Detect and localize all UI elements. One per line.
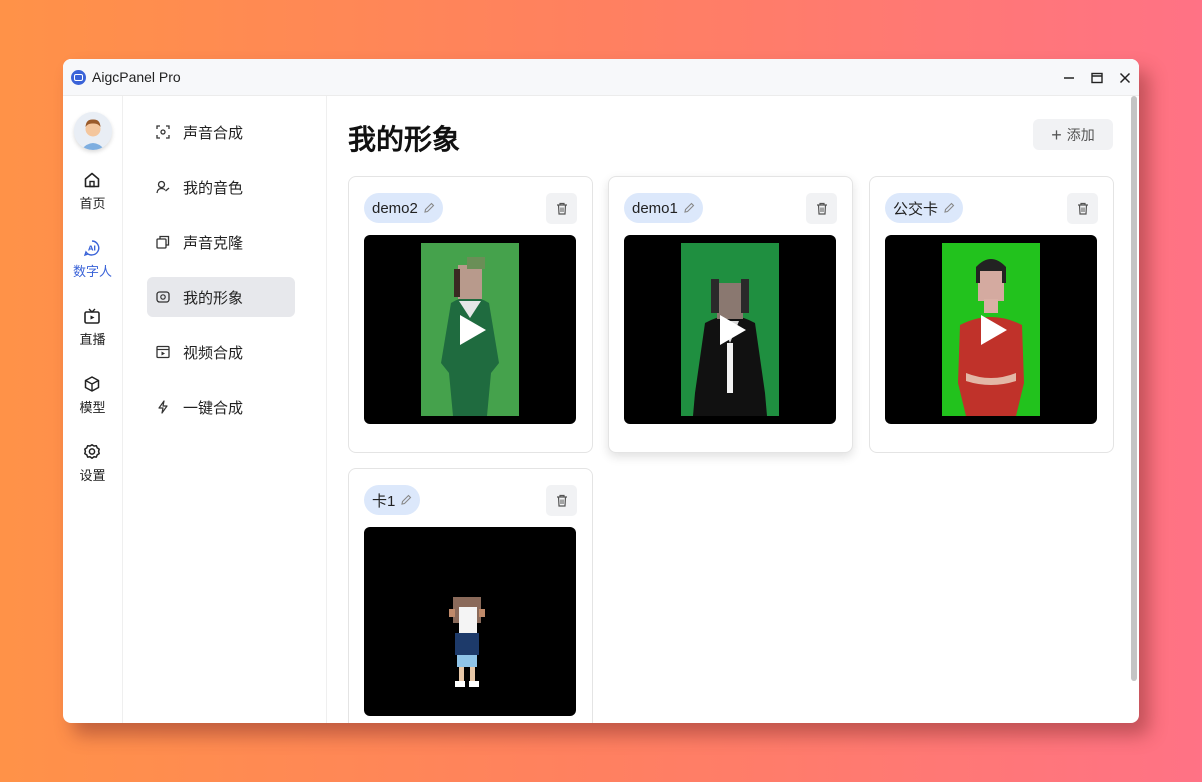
svg-text:AI: AI [88,245,96,253]
avatar-card: 卡1 [348,468,593,723]
rail-label: 数字人 [72,264,112,279]
minimize-button[interactable] [1055,59,1083,96]
avatar-card: demo1 [608,176,853,453]
avatar-name-tag[interactable]: demo2 [364,193,443,223]
avatar-name: demo2 [372,199,418,217]
rail-label: 直播 [79,332,106,347]
rail-item-live[interactable]: 直播 [79,304,106,372]
trash-icon [556,202,567,215]
submenu-label: 视频合成 [183,344,244,362]
title-bar: AigcPanel Pro [63,59,1139,96]
add-button-label: 添加 [1066,126,1095,143]
user-voice-icon [155,179,171,195]
app-window: AigcPanel Pro 首页 AI 数字人 直播 模型 设置 声音合成 我的… [63,59,1139,723]
trash-icon [556,494,567,507]
submenu: 声音合成 我的音色 声音克隆 我的形象 视频合成 一键合成 [123,96,327,723]
trash-icon [1077,202,1088,215]
page-title: 我的形象 [348,124,461,155]
submenu-label: 一键合成 [183,399,244,417]
rail-item-model[interactable]: 模型 [79,372,106,440]
submenu-item-voice-clone[interactable]: 声音克隆 [147,222,295,262]
avatar-card: demo2 [348,176,593,453]
delete-button[interactable] [1067,193,1098,224]
avatar-name-tag[interactable]: 公交卡 [885,193,964,223]
maximize-button[interactable] [1083,59,1111,96]
play-icon[interactable] [460,314,486,345]
app-title: AigcPanel Pro [92,69,181,85]
user-avatar[interactable] [73,112,112,150]
avatar-frame-icon [155,289,171,305]
home-icon [82,170,102,190]
window-controls [1055,59,1139,96]
avatar-video-preview[interactable] [624,235,836,424]
app-logo-icon [71,69,86,85]
submenu-item-voice-synthesis[interactable]: 声音合成 [147,112,295,152]
submenu-label: 声音克隆 [183,234,244,252]
avatar-video-preview[interactable] [885,235,1097,424]
edit-icon[interactable] [943,202,955,214]
edit-icon[interactable] [400,494,412,506]
trash-icon [816,202,827,215]
video-icon [155,344,171,360]
edit-icon[interactable] [683,202,695,214]
cartoon-figure [449,597,485,687]
rail-item-settings[interactable]: 设置 [79,440,106,508]
edit-icon[interactable] [423,202,435,214]
close-icon [1119,72,1131,83]
avatar-name-tag[interactable]: demo1 [624,193,703,223]
avatar-name: 卡1 [372,492,396,510]
submenu-item-one-click[interactable]: 一键合成 [147,387,295,427]
play-icon[interactable] [720,314,746,345]
submenu-item-my-avatars[interactable]: 我的形象 [147,277,295,317]
rail-label: 首页 [79,196,106,211]
submenu-item-my-voices[interactable]: 我的音色 [147,167,295,207]
tv-icon [82,306,102,326]
close-button[interactable] [1111,59,1139,96]
plus-icon: + [1051,124,1062,145]
rail-label: 模型 [79,400,106,415]
icon-rail: 首页 AI 数字人 直播 模型 设置 [63,96,123,723]
add-button[interactable]: + 添加 [1033,119,1113,150]
scrollbar[interactable] [1131,96,1137,681]
avatar-icon [73,112,112,150]
ai-icon: AI [82,238,102,258]
cube-icon [82,374,102,394]
copy-icon [155,234,171,250]
avatar-video-preview[interactable] [364,235,576,424]
minimize-icon [1064,76,1074,79]
bolt-icon [155,399,171,415]
avatar-card: 公交卡 [869,176,1114,453]
delete-button[interactable] [546,193,577,224]
avatar-name-tag[interactable]: 卡1 [364,485,421,515]
delete-button[interactable] [546,485,577,516]
submenu-label: 我的音色 [183,179,244,197]
maximize-icon [1091,72,1103,83]
avatar-name: demo1 [632,199,678,217]
scan-icon [155,124,171,140]
avatar-video-preview[interactable] [364,527,576,716]
rail-label: 设置 [79,468,106,483]
main-content: 我的形象 + 添加 demo2 demo1 公交卡 卡1 [327,96,1139,723]
delete-button[interactable] [806,193,837,224]
gear-icon [82,442,102,462]
submenu-label: 声音合成 [183,124,244,142]
avatar-name: 公交卡 [893,200,939,218]
rail-item-home[interactable]: 首页 [79,168,106,236]
rail-item-digital-human[interactable]: AI 数字人 [73,236,112,304]
play-icon[interactable] [981,314,1007,345]
submenu-label: 我的形象 [183,289,244,307]
submenu-item-video-synthesis[interactable]: 视频合成 [147,332,295,372]
